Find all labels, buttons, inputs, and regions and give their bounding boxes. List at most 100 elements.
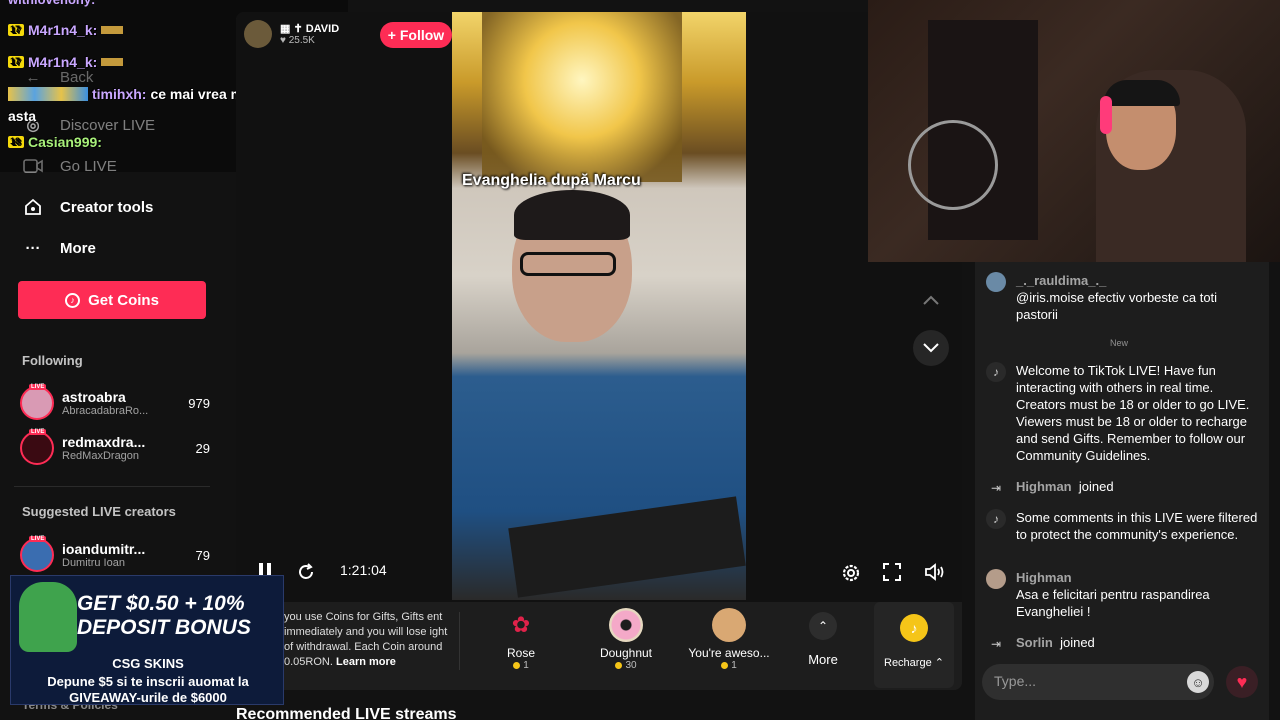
- account-name: ioandumitr...: [62, 541, 146, 557]
- tiktok-icon: ♪: [986, 362, 1006, 382]
- bible-glow: [482, 12, 682, 182]
- recommended-title: Recommended LIVE streams: [236, 706, 457, 720]
- avatar: LIVE: [20, 429, 54, 465]
- join-icon: ⇥: [990, 636, 1002, 651]
- tiktok-icon: ♪: [986, 509, 1006, 529]
- viewer-count: 79: [195, 547, 210, 563]
- chat-message: Highman Asa e felicitari pentru raspandir…: [986, 569, 1262, 620]
- gift-price: 1: [731, 660, 737, 671]
- settings-button[interactable]: [840, 562, 862, 584]
- badge-icon: ▦ ✝: [280, 23, 306, 35]
- video-caption: Evanghelia după Marcu: [462, 172, 641, 189]
- recharge-button[interactable]: ♪ Recharge ⌃: [874, 602, 954, 688]
- avatar: LIVE: [20, 536, 54, 572]
- coins-info: you use Coins for Gifts, Gifts ent immed…: [284, 610, 454, 670]
- nav-creator-tools[interactable]: Creator tools: [22, 196, 153, 218]
- chat-user: Sorlin: [1016, 635, 1053, 650]
- level-badge: 18: [8, 136, 25, 148]
- chat-user: _._rauldima_._: [1016, 273, 1107, 288]
- account-handle: RedMaxDragon: [62, 450, 140, 462]
- speaker-icon: [925, 563, 944, 581]
- gift-name: Doughnut: [599, 646, 653, 660]
- level-badge: 17: [8, 24, 25, 36]
- ad-line-2: GIVEAWAY-urile de $6000: [69, 690, 227, 705]
- coin-icon: ♪: [65, 292, 81, 308]
- mascot-image: [19, 582, 77, 652]
- more-label: More: [60, 239, 96, 257]
- emoji-icon[interactable]: ☺: [1187, 671, 1209, 693]
- next-stream-button[interactable]: [913, 330, 949, 366]
- fullscreen-icon: [883, 563, 901, 581]
- account-handle: AbracadabraRo...: [62, 405, 149, 417]
- creator-tools-label: Creator tools: [60, 198, 154, 216]
- chat-text: Asa e felicitari pentru raspandirea Evan…: [1016, 587, 1210, 619]
- chat-message: ♪ Some comments in this LIVE were filter…: [986, 509, 1262, 543]
- account-handle: Dumitru Ioan: [62, 557, 125, 569]
- ad-headline-2: DEPOSIT BONUS: [77, 616, 251, 639]
- chevron-up-icon: [923, 295, 939, 305]
- host-likes: 25.5K: [288, 35, 315, 46]
- gift-price: 30: [625, 660, 637, 671]
- divider: [14, 486, 210, 487]
- heart-icon: ♥: [280, 35, 289, 46]
- streamer-cap: [1104, 80, 1180, 106]
- suggested-title: Suggested LIVE creators: [22, 504, 176, 519]
- avatar: [986, 272, 1006, 292]
- stream-chat-line: 18 Casian999:: [8, 134, 102, 150]
- chat-text: Welcome to TikTok LIVE! Have fun interac…: [1016, 363, 1250, 463]
- chevron-up-icon: ⌃: [809, 612, 837, 640]
- chat-text: joined: [1078, 479, 1114, 494]
- prev-stream-button[interactable]: [913, 282, 949, 318]
- refresh-button[interactable]: [296, 562, 316, 582]
- avatar: LIVE: [20, 384, 54, 420]
- chat-message: ⇥ Highman joined: [986, 478, 1262, 498]
- chat-text: Some comments in this LIVE were filtered…: [1016, 510, 1258, 542]
- following-account-astroabra[interactable]: LIVE astroabra AbracadabraRo... 979: [20, 383, 210, 423]
- badges-icon: [8, 87, 88, 101]
- hamster-icon: [712, 608, 746, 642]
- viewer-count: 979: [188, 395, 210, 411]
- host-avatar: [244, 20, 272, 48]
- account-name: astroabra: [62, 389, 126, 405]
- nav-more[interactable]: ··· More: [22, 237, 96, 259]
- ad-headline-1: GET $0.50 + 10%: [77, 592, 245, 615]
- stream-chat-line: 17 M4r1n4_k:: [8, 54, 124, 70]
- suggested-account-ioandumitru[interactable]: LIVE ioandumitr... Dumitru Ioan 79: [20, 535, 210, 575]
- chat-user: M4r1n4_k:: [28, 54, 98, 70]
- chat-input[interactable]: Type...: [982, 664, 1214, 700]
- gift-youre-awesome[interactable]: You're aweso... 1: [684, 608, 774, 671]
- dots-icon: ···: [25, 239, 41, 257]
- follow-button[interactable]: + Follow: [380, 22, 452, 48]
- chevron-down-icon: [923, 343, 939, 353]
- glasses: [520, 252, 616, 276]
- chat-user: timihxh:: [92, 86, 147, 102]
- join-icon: ⇥: [990, 480, 1002, 495]
- following-title: Following: [22, 353, 83, 368]
- webcam-overlay: [868, 0, 1280, 262]
- volume-button[interactable]: [924, 562, 946, 582]
- gift-rose[interactable]: ✿ Rose 1: [476, 608, 566, 671]
- video-frame[interactable]: [452, 12, 746, 600]
- gift-price: 1: [523, 660, 529, 671]
- gift-doughnut[interactable]: Doughnut 30: [581, 608, 671, 671]
- home-icon: [22, 196, 44, 218]
- chat-input-placeholder: Type...: [994, 673, 1037, 689]
- elapsed-time: 1:21:04: [340, 562, 387, 578]
- ad-brand: CSG SKINS: [112, 656, 184, 671]
- chat-message: ⇥ Sorlin joined: [986, 634, 1262, 654]
- host-name: DAVID: [305, 23, 340, 35]
- gear-icon: [842, 564, 860, 582]
- fullscreen-button[interactable]: [882, 562, 902, 582]
- heart-icon[interactable]: ♥: [1226, 666, 1258, 698]
- presenter-hair: [514, 190, 630, 240]
- learn-more-link[interactable]: Learn more: [336, 656, 396, 668]
- more-gifts-button[interactable]: ⌃ More: [778, 608, 868, 667]
- chat-user: Casian999:: [28, 134, 102, 150]
- chat-user: M4r1n4_k:: [28, 22, 98, 38]
- get-coins-button[interactable]: ♪ Get Coins: [18, 281, 206, 319]
- host-info[interactable]: ▦ ✝ DAVID ♥ 25.5K: [244, 20, 339, 48]
- following-account-redmaxdragon[interactable]: LIVE redmaxdra... RedMaxDragon 29: [20, 428, 210, 468]
- chat-text: @iris.moise efectiv vorbeste ca toti pas…: [1016, 290, 1218, 322]
- chat-message: _._rauldima_._ @iris.moise efectiv vorbes…: [986, 272, 1262, 323]
- divider: [459, 612, 460, 670]
